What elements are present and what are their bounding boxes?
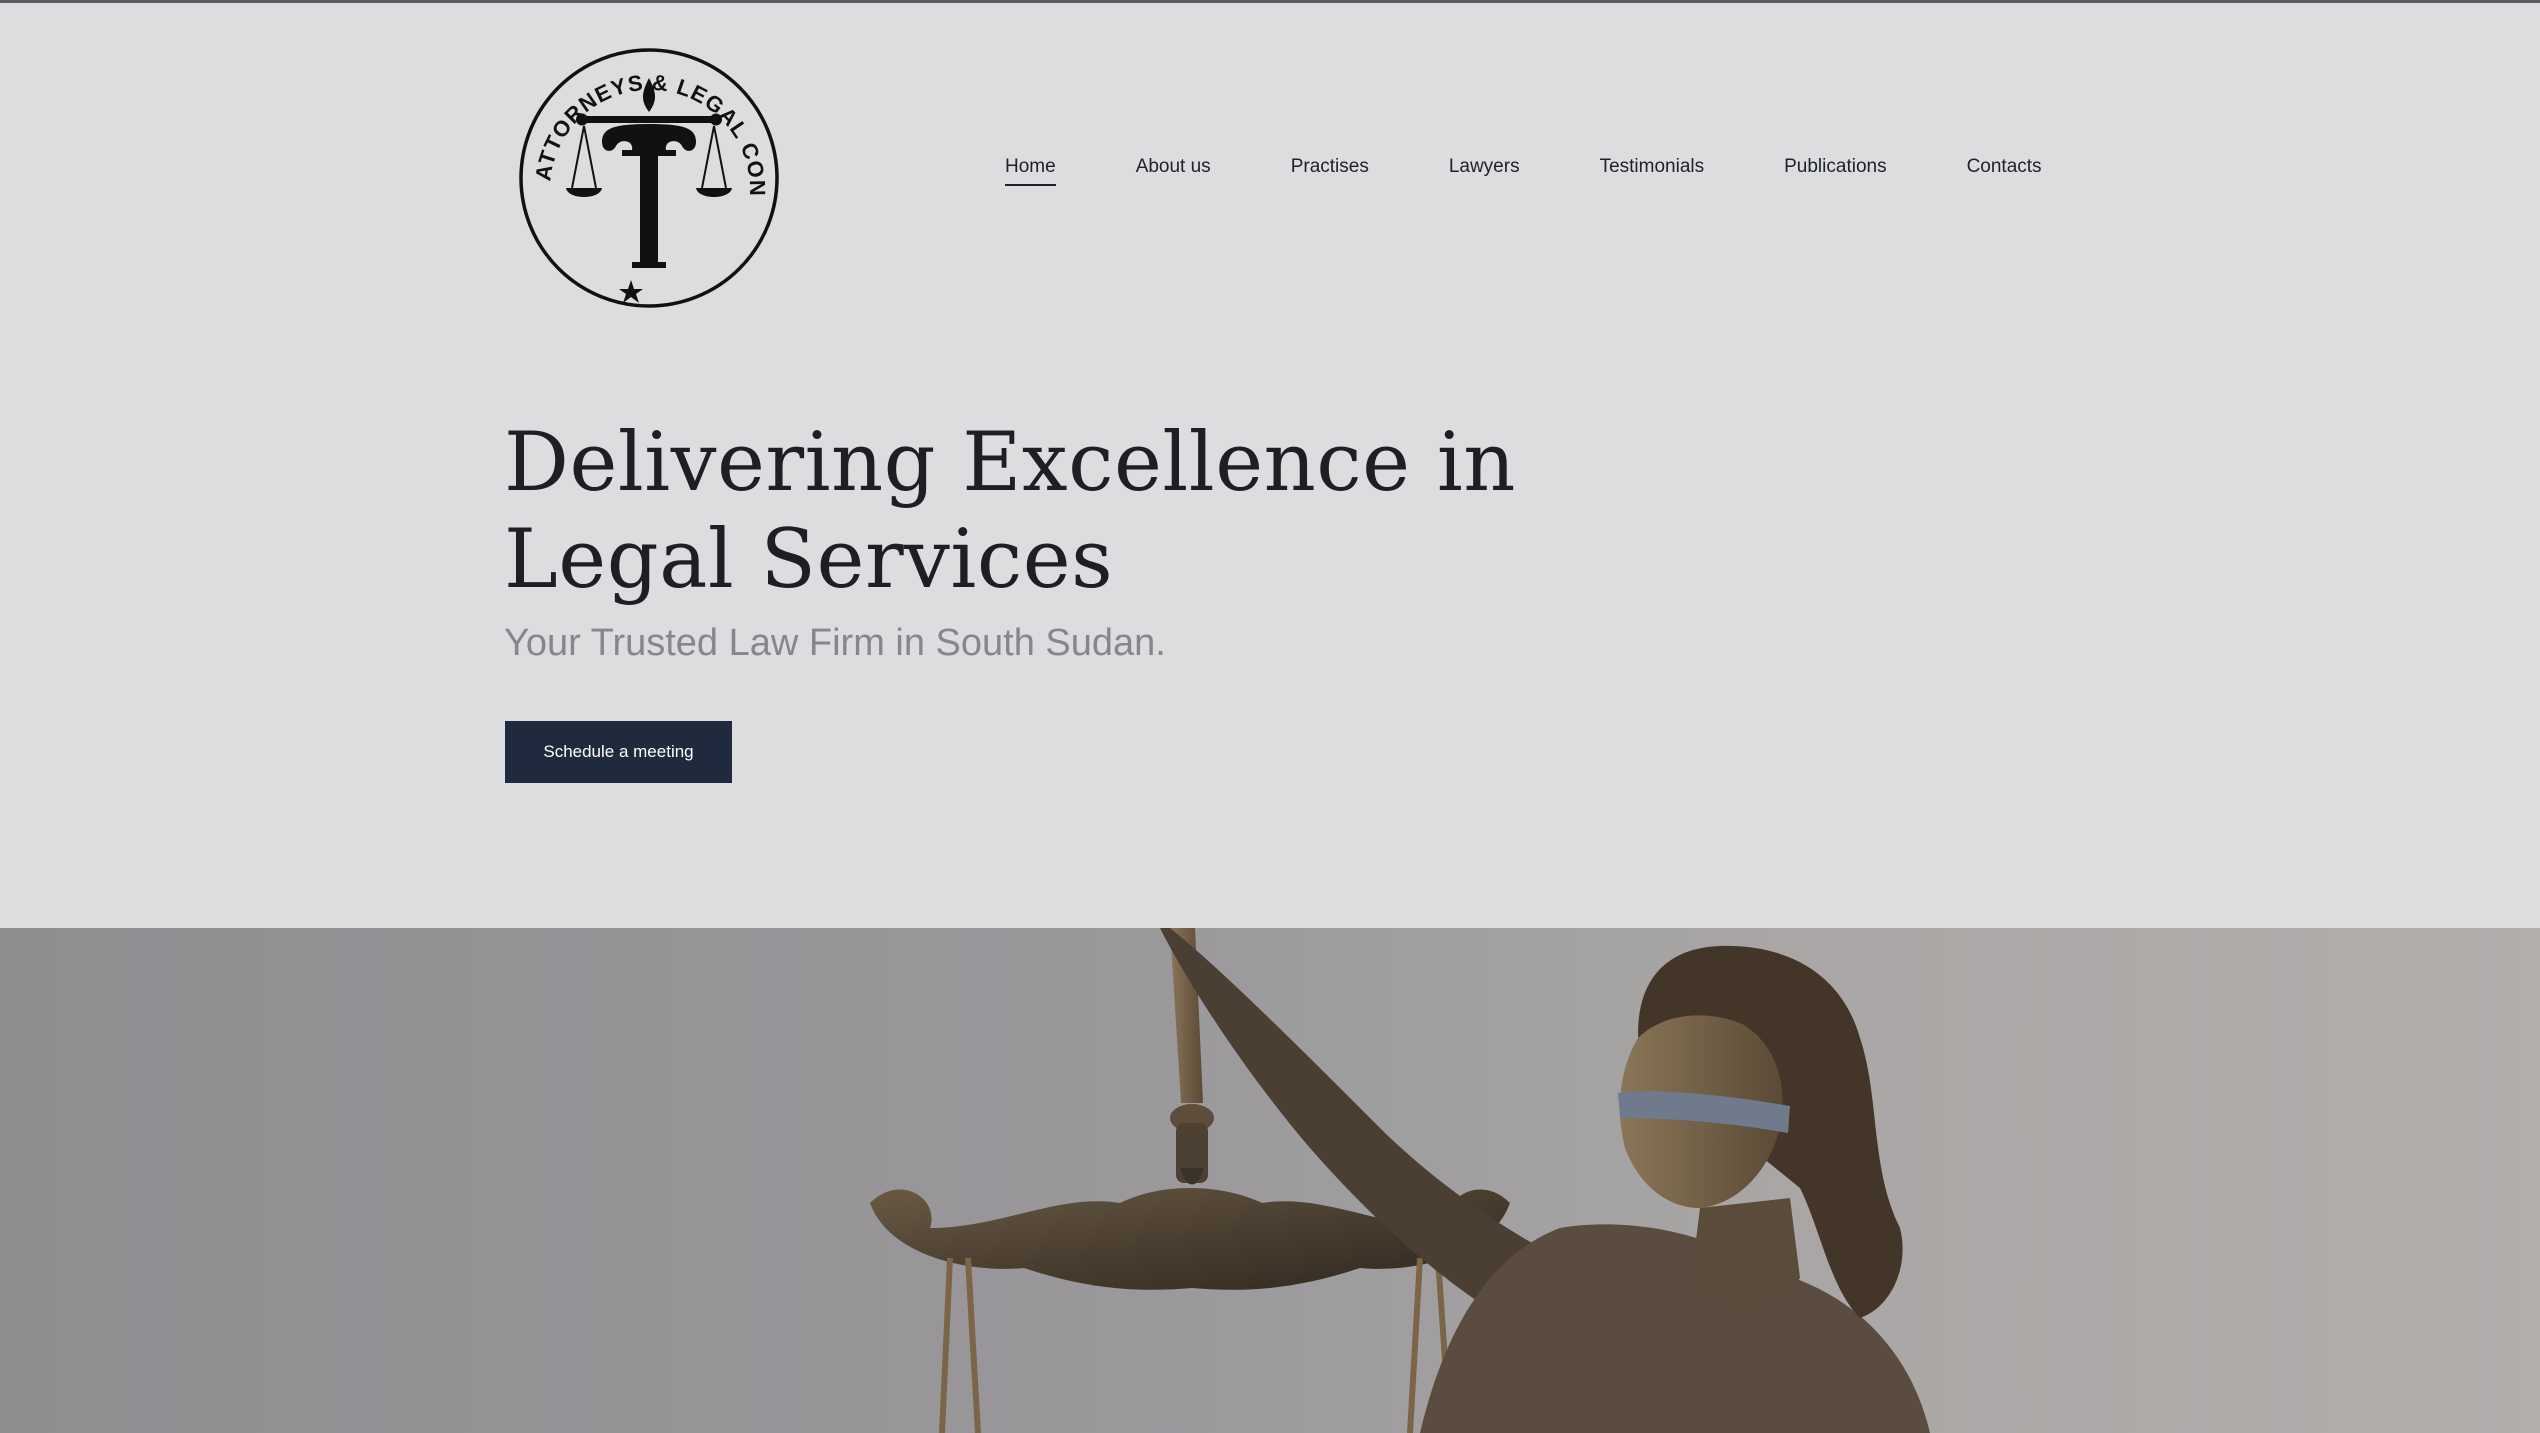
hero-title-line-2: Legal Services (504, 513, 1114, 607)
hero-title: Delivering Excellence in Legal Services (504, 415, 1604, 609)
schedule-meeting-button[interactable]: Schedule a meeting (505, 721, 732, 783)
nav-item-contacts[interactable]: Contacts (1967, 156, 2042, 184)
nav-item-practises[interactable]: Practises (1291, 156, 1369, 184)
hero-image-lady-justice (0, 928, 2540, 1433)
nav-item-home[interactable]: Home (1005, 156, 1056, 186)
scales-of-justice-icon: ADVANCED ATTORNEYS & LEGAL CONSULTANTS (506, 20, 779, 308)
site-header: ADVANCED ATTORNEYS & LEGAL CONSULTANTS H… (0, 0, 2540, 360)
main-nav: Home About us Practises Lawyers Testimon… (1005, 156, 2042, 196)
hero-title-line-1: Delivering Excellence in (504, 416, 1516, 510)
nav-item-lawyers[interactable]: Lawyers (1449, 156, 1520, 184)
hero-subtitle: Your Trusted Law Firm in South Sudan. (504, 622, 1166, 664)
nav-item-about-us[interactable]: About us (1136, 156, 1211, 184)
nav-item-publications[interactable]: Publications (1784, 156, 1886, 184)
logo[interactable]: ADVANCED ATTORNEYS & LEGAL CONSULTANTS (506, 20, 784, 315)
nav-item-testimonials[interactable]: Testimonials (1600, 156, 1705, 184)
hero-section: Delivering Excellence in Legal Services … (504, 415, 1604, 665)
